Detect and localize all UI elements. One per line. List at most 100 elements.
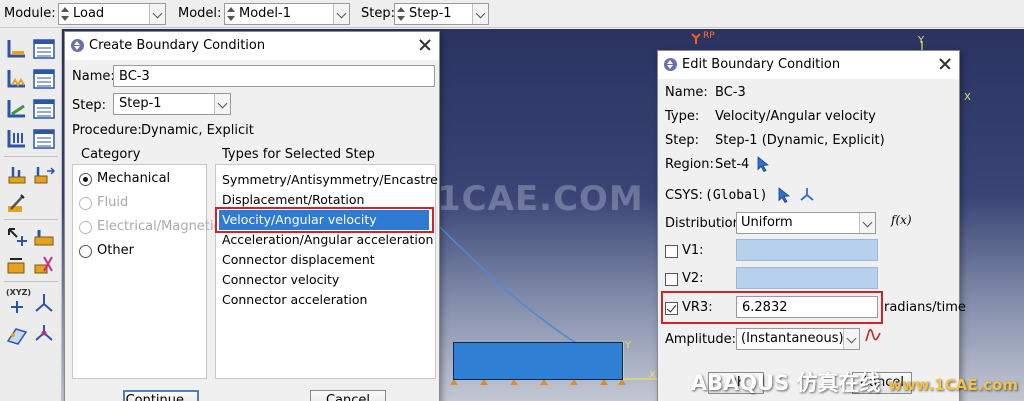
chevron-down-icon[interactable] bbox=[214, 94, 230, 114]
list-item[interactable]: Connector displacement bbox=[219, 250, 429, 270]
create-csys-icon[interactable] bbox=[799, 186, 815, 202]
list-item-selected[interactable]: Velocity/Angular velocity bbox=[219, 210, 429, 230]
close-icon[interactable] bbox=[415, 35, 435, 55]
vr3-label: VR3: bbox=[682, 300, 713, 315]
dialog-title: Create Boundary Condition bbox=[89, 38, 266, 53]
procedure-label: Procedure: bbox=[72, 123, 142, 138]
step-combo[interactable]: Step-1 bbox=[394, 3, 489, 25]
model-value: Model-1 bbox=[239, 6, 291, 21]
v1-field bbox=[736, 239, 878, 261]
distribution-value: Uniform bbox=[741, 215, 793, 230]
chevron-down-icon[interactable] bbox=[859, 213, 875, 233]
edit-feature-icon[interactable] bbox=[5, 191, 29, 215]
datum-axis-icon[interactable] bbox=[32, 321, 56, 345]
distribution-label: Distribution: bbox=[665, 216, 746, 231]
list-item[interactable]: Symmetry/Antisymmetry/Encastre bbox=[219, 170, 438, 190]
step-value: Step-1 (Dynamic, Explicit) bbox=[715, 133, 885, 148]
procedure-value: Dynamic, Explicit bbox=[141, 123, 254, 138]
list-item[interactable]: Displacement/Rotation bbox=[219, 190, 429, 210]
field-manager-icon[interactable] bbox=[32, 97, 56, 121]
vr3-input[interactable] bbox=[737, 297, 877, 317]
v1-checkbox[interactable] bbox=[665, 245, 678, 258]
amplitude-combo[interactable]: (Instantaneous) bbox=[736, 328, 860, 350]
chevron-down-icon[interactable] bbox=[472, 4, 488, 24]
vr3-checkbox[interactable] bbox=[665, 302, 678, 315]
create-load-icon[interactable] bbox=[5, 37, 29, 61]
radio-mechanical[interactable] bbox=[79, 173, 92, 186]
dialog-titlebar[interactable]: Create Boundary Condition bbox=[65, 32, 439, 60]
type-value: Velocity/Angular velocity bbox=[715, 109, 876, 124]
v2-label: V2: bbox=[682, 271, 704, 286]
bc-manager-icon[interactable] bbox=[32, 67, 56, 91]
model-label: Model: bbox=[178, 6, 222, 21]
spinner-icon bbox=[227, 7, 236, 21]
edit-bc-dialog: Edit Boundary Condition Name: BC-3 Type:… bbox=[657, 50, 966, 401]
name-input[interactable] bbox=[114, 66, 434, 86]
radio-other[interactable] bbox=[79, 245, 92, 258]
distribution-combo[interactable]: Uniform bbox=[736, 212, 876, 234]
create-load-case-icon[interactable] bbox=[5, 127, 29, 151]
csys-label: CSYS: bbox=[665, 188, 703, 203]
types-list[interactable]: Symmetry/Antisymmetry/Encastre Displacem… bbox=[215, 164, 438, 379]
fx-button[interactable]: f(x) bbox=[891, 213, 912, 227]
select-region-icon[interactable] bbox=[756, 156, 770, 172]
toolbox: (XYZ) bbox=[0, 29, 62, 401]
abaqus-dialog-icon bbox=[664, 58, 677, 71]
trajectory-curve bbox=[431, 218, 603, 360]
toolbox-separator bbox=[4, 281, 58, 282]
vr3-field[interactable] bbox=[736, 296, 878, 318]
name-field[interactable] bbox=[113, 65, 435, 87]
v2-field bbox=[736, 267, 878, 289]
query-icon[interactable] bbox=[5, 225, 29, 249]
list-item[interactable]: Acceleration/Angular acceleration bbox=[219, 230, 433, 250]
name-label: Name: bbox=[72, 69, 115, 84]
list-item[interactable]: Connector velocity bbox=[219, 270, 429, 290]
step-label: Step: bbox=[665, 133, 699, 148]
datum-point-icon[interactable] bbox=[5, 295, 29, 319]
step-value: Step-1 bbox=[409, 6, 452, 21]
types-group-label: Types for Selected Step bbox=[222, 147, 375, 162]
name-value: BC-3 bbox=[715, 85, 746, 100]
v2-checkbox[interactable] bbox=[665, 273, 678, 286]
load-manager-icon[interactable] bbox=[32, 37, 56, 61]
create-special-icon[interactable] bbox=[5, 163, 29, 187]
vr3-unit: radians/time bbox=[884, 300, 966, 315]
region-value: Set-4 bbox=[715, 157, 750, 172]
step-label: Step: bbox=[361, 6, 395, 21]
radio-electrical-magnetic bbox=[79, 221, 92, 234]
chevron-down-icon[interactable] bbox=[843, 329, 859, 349]
part-body[interactable] bbox=[453, 342, 623, 380]
list-item[interactable]: Connector acceleration bbox=[219, 290, 429, 310]
continue-button[interactable]: Continue... bbox=[123, 390, 199, 401]
cancel-button[interactable]: Cancel bbox=[310, 390, 386, 401]
load-case-manager-icon[interactable] bbox=[32, 127, 56, 151]
datum-csys-icon[interactable] bbox=[32, 291, 56, 315]
chevron-down-icon[interactable] bbox=[149, 4, 165, 24]
csys-value: (Global) bbox=[705, 188, 768, 203]
part-axis-y-label: Y bbox=[625, 340, 632, 351]
category-label-other: Other bbox=[97, 243, 134, 258]
datum-plane-icon[interactable] bbox=[5, 323, 29, 347]
dialog-titlebar[interactable]: Edit Boundary Condition bbox=[658, 51, 959, 79]
model-combo[interactable]: Model-1 bbox=[224, 3, 350, 25]
select-csys-icon[interactable] bbox=[777, 187, 791, 203]
brand-abaqus: ABAQUS bbox=[690, 371, 790, 395]
step-label: Step: bbox=[72, 98, 106, 113]
create-bc-icon[interactable] bbox=[5, 67, 29, 91]
toolbox-separator bbox=[4, 219, 58, 220]
assign-icon[interactable] bbox=[32, 225, 56, 249]
cut-icon[interactable] bbox=[32, 253, 56, 277]
close-icon[interactable] bbox=[935, 54, 955, 74]
brand-chinese: 仿真在线 bbox=[796, 371, 881, 395]
amplitude-icon[interactable] bbox=[5, 253, 29, 277]
module-combo[interactable]: Load bbox=[58, 3, 166, 25]
create-predefined-field-icon[interactable] bbox=[5, 97, 29, 121]
chevron-down-icon[interactable] bbox=[333, 4, 349, 24]
type-label: Type: bbox=[665, 109, 700, 124]
special-manager-icon[interactable] bbox=[32, 163, 56, 187]
create-amplitude-icon[interactable] bbox=[864, 327, 882, 345]
spinner-icon bbox=[61, 7, 70, 21]
brand-watermark: ABAQUS 仿真在线 www.1CAE.com bbox=[691, 367, 1018, 397]
step-combo[interactable]: Step-1 bbox=[113, 93, 231, 115]
watermark: 1CAE.COM bbox=[437, 179, 644, 219]
